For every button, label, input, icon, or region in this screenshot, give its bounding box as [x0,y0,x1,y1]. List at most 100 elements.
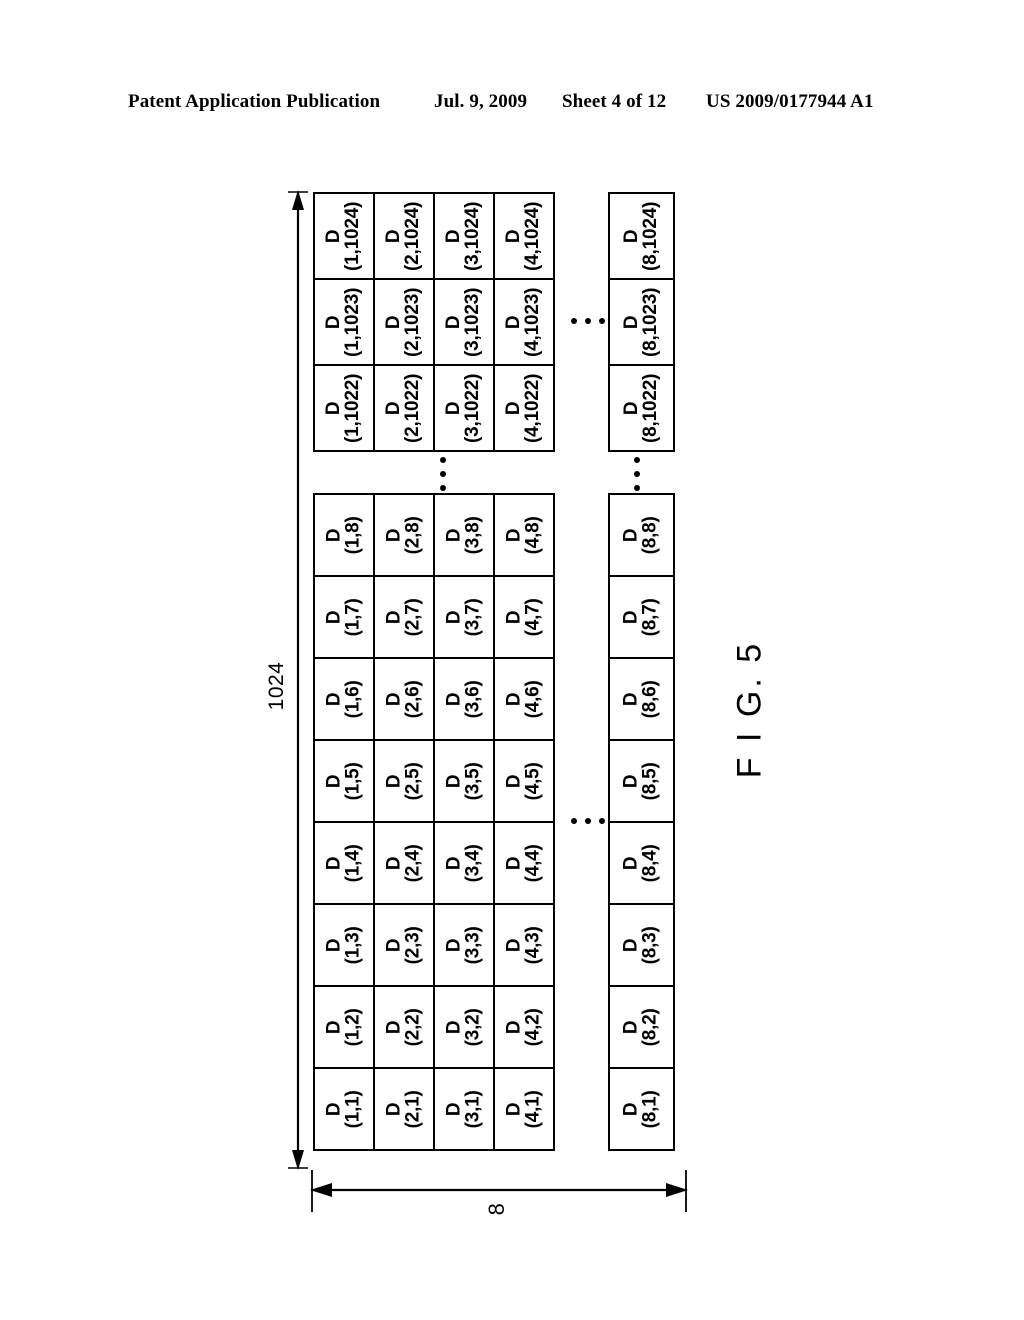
memory-cell-label: D (4,1024) [504,201,544,270]
memory-cell: D (2,4) [373,821,435,905]
memory-cell-label: D (3,7) [444,598,484,636]
memory-row: D (1,1023) D (2,1023) D (3,1023) D (4,1023) [313,278,555,366]
memory-cell: D (1,1022) [313,364,375,452]
memory-cell-coords: (2,8) [402,515,424,555]
memory-row: D (8,5) [608,739,675,823]
memory-cell: D (1,4) [313,821,375,905]
memory-cell-coords: (4,7) [522,597,544,637]
memory-cell-coords: (2,5) [402,761,424,801]
ellipsis-dot [571,818,577,824]
memory-cell-coords: (8,2) [640,1007,662,1047]
memory-cell-label: D (2,7) [384,598,424,636]
memory-cell-prefix: D [503,938,525,952]
memory-cell: D (4,1022) [493,364,555,452]
memory-cell: D (1,8) [313,493,375,577]
memory-cell: D (8,6) [608,657,675,741]
memory-cell-label: D (8,1023) [621,287,661,356]
memory-row: D (1,5) D (2,5) D (3,5) D (4,5) [313,739,555,823]
horizontal-ellipsis-top [571,318,605,324]
memory-cell-coords: (8,1022) [640,373,662,443]
memory-cell-prefix: D [383,229,405,243]
ellipsis-dot [599,818,605,824]
memory-cell-coords: (2,3) [402,925,424,965]
memory-cell-prefix: D [621,315,643,329]
memory-cell: D (2,8) [373,493,435,577]
memory-cell-label: D (1,5) [324,762,364,800]
memory-cell-coords: (1,8) [342,515,364,555]
memory-row: D (8,2) [608,985,675,1069]
figure-5-diagram: D (1,1024) D (2,1024) D (3,1024) D (4,1024) D (1,… [0,0,1024,1320]
memory-row: D (8,1024) [608,192,675,280]
memory-cell-coords: (3,1023) [463,287,485,357]
memory-cell-prefix: D [323,610,345,624]
memory-cell-prefix: D [323,229,345,243]
memory-cell: D (2,1024) [373,192,435,280]
memory-cell-coords: (2,1) [402,1089,424,1129]
memory-cell-prefix: D [383,938,405,952]
vertical-dimension-arrow [288,190,308,1170]
horizontal-dimension-label: 8 [484,1202,509,1216]
memory-cell-coords: (1,1023) [343,287,365,357]
memory-cell-label: D (2,8) [384,515,424,555]
ellipsis-dot [634,485,640,491]
memory-cell-prefix: D [443,938,465,952]
memory-cell-prefix: D [621,1020,643,1034]
memory-cell: D (8,3) [608,903,675,987]
memory-cell-coords: (4,8) [522,515,544,555]
ellipsis-dot [585,818,591,824]
memory-cell-coords: (4,6) [522,679,544,719]
memory-cell-prefix: D [443,692,465,706]
memory-cell-label: D (2,4) [384,844,424,882]
memory-cell: D (2,6) [373,657,435,741]
memory-array-bottom-block: D (1,8) D (2,8) D (3,8) D (4,8) D (1,7) D (2,7) D (3,… [313,493,555,1151]
memory-cell: D (1,1) [313,1067,375,1151]
memory-cell-prefix: D [621,856,643,870]
memory-cell-label: D (4,3) [503,926,544,964]
memory-cell-prefix: D [503,315,525,329]
memory-cell-label: D (4,8) [504,515,544,555]
memory-cell-coords: (1,1022) [343,373,365,443]
memory-cell-coords: (8,5) [640,761,662,801]
memory-cell-prefix: D [443,774,465,788]
memory-cell: D (4,7) [493,575,555,659]
memory-row: D (1,7) D (2,7) D (3,7) D (4,7) [313,575,555,659]
memory-cell-label: D (1,1022) [323,373,365,443]
memory-cell-label: D (8,8) [621,515,662,555]
memory-cell-prefix: D [443,528,465,542]
memory-cell-label: D (4,1023) [503,287,544,356]
ellipsis-dot [634,471,640,477]
memory-cell: D (1,1023) [313,278,375,366]
memory-cell-label: D (1,8) [324,515,364,555]
memory-array-top-block: D (1,1024) D (2,1024) D (3,1024) D (4,1024) D (1,… [313,192,555,452]
memory-cell-prefix: D [503,692,525,706]
ellipsis-dot [634,457,640,463]
memory-cell: D (2,5) [373,739,435,823]
memory-cell: D (3,6) [433,657,495,741]
memory-cell-coords: (8,7) [640,597,662,637]
memory-cell-coords: (1,1024) [343,201,365,271]
ellipsis-dot [599,318,605,324]
memory-cell-coords: (8,8) [640,515,662,555]
memory-row: D (1,2) D (2,2) D (3,2) D (4,2) [313,985,555,1069]
memory-cell-coords: (4,1022) [523,373,545,443]
memory-cell: D (3,7) [433,575,495,659]
memory-cell-prefix: D [621,229,643,243]
memory-cell-label: D (8,3) [621,926,661,964]
memory-cell-coords: (3,6) [462,679,484,719]
memory-cell: D (8,8) [608,493,675,577]
ellipsis-dot [440,457,446,463]
ellipsis-dot [440,471,446,477]
memory-cell-label: D (8,1022) [621,373,662,443]
memory-cell-coords: (4,1) [522,1089,544,1129]
memory-cell-label: D (3,8) [443,516,484,554]
memory-cell-label: D (1,2) [324,1008,364,1046]
memory-cell-label: D (1,6) [324,680,364,718]
memory-cell-prefix: D [323,401,345,415]
memory-cell-coords: (2,6) [402,679,424,719]
memory-cell-coords: (1,3) [342,925,364,965]
memory-cell-prefix: D [503,1102,525,1116]
memory-row: D (8,7) [608,575,675,659]
memory-cell: D (1,2) [313,985,375,1069]
memory-cell-prefix: D [621,1102,643,1116]
memory-row: D (8,1023) [608,278,675,366]
